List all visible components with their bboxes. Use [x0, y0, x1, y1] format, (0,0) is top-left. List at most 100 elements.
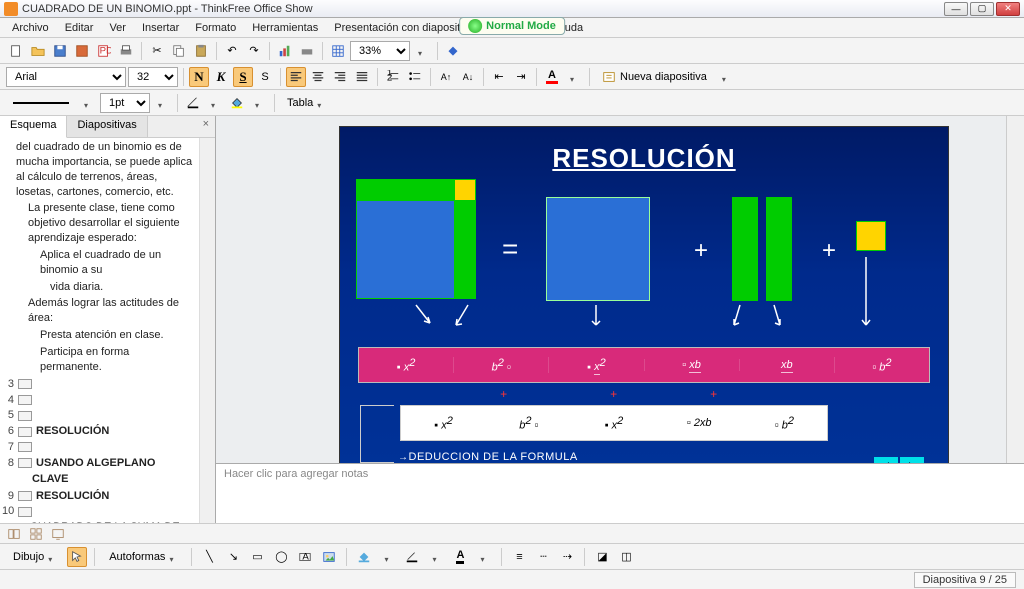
- outline-scrollbar[interactable]: [199, 138, 215, 523]
- align-center-button[interactable]: [308, 67, 328, 87]
- sorter-view-button[interactable]: [26, 524, 46, 544]
- zoom-select[interactable]: 33%: [350, 41, 410, 61]
- fill-color-dd[interactable]: [378, 547, 398, 567]
- increase-indent-button[interactable]: ⇥: [511, 67, 531, 87]
- arrow-tool[interactable]: ↘: [223, 547, 243, 567]
- minimize-button[interactable]: —: [944, 2, 968, 16]
- menu-bar: Archivo Editar Ver Insertar Formato Herr…: [0, 18, 1024, 38]
- line-style-dropdown[interactable]: [78, 93, 98, 113]
- slide-row-10[interactable]: 10: [2, 504, 193, 519]
- bullet-list-button[interactable]: [405, 67, 425, 87]
- line-tool[interactable]: ╲: [199, 547, 219, 567]
- rect-tool[interactable]: ▭: [247, 547, 267, 567]
- zoom-dropdown[interactable]: [412, 41, 432, 61]
- fill-color-tool[interactable]: [354, 547, 374, 567]
- line-style-button[interactable]: [6, 93, 76, 113]
- menu-formato[interactable]: Formato: [187, 20, 244, 36]
- redo-button[interactable]: ↷: [244, 41, 264, 61]
- help-button[interactable]: ◆: [443, 41, 463, 61]
- new-slide-button[interactable]: Nueva diapositiva: [595, 67, 714, 87]
- shadow-tool[interactable]: ◪: [592, 547, 612, 567]
- font-select[interactable]: Arial: [6, 67, 126, 87]
- normal-view-button[interactable]: [4, 524, 24, 544]
- autoshapes-button[interactable]: Autoformas: [102, 547, 184, 567]
- slide-row-7[interactable]: 7: [2, 440, 193, 455]
- saveas-button[interactable]: [72, 41, 92, 61]
- threed-tool[interactable]: ◫: [616, 547, 636, 567]
- save-button[interactable]: [50, 41, 70, 61]
- decrease-font-button[interactable]: A↓: [458, 67, 478, 87]
- picture-tool[interactable]: [319, 547, 339, 567]
- shadow-button[interactable]: S: [255, 67, 275, 87]
- menu-insertar[interactable]: Insertar: [134, 20, 187, 36]
- textbox-tool[interactable]: A: [295, 547, 315, 567]
- tab-slides[interactable]: Diapositivas: [67, 116, 147, 137]
- oval-tool[interactable]: ◯: [271, 547, 291, 567]
- undo-button[interactable]: ↶: [222, 41, 242, 61]
- underline-button[interactable]: S: [233, 67, 253, 87]
- chart-button[interactable]: [275, 41, 295, 61]
- italic-button[interactable]: K: [211, 67, 231, 87]
- slideshow-view-button[interactable]: [48, 524, 68, 544]
- outline-text: Presta atención en clase.: [40, 328, 193, 343]
- notes-pane[interactable]: Hacer clic para agregar notas: [216, 463, 1024, 523]
- slide-row-5[interactable]: 5: [2, 408, 193, 423]
- slide-row-8[interactable]: 8USANDO ALGEPLANO: [2, 456, 193, 471]
- new-button[interactable]: [6, 41, 26, 61]
- line-color-dropdown[interactable]: [205, 93, 225, 113]
- outline-body[interactable]: del cuadrado de un binomio es de mucha i…: [0, 138, 199, 523]
- font-color-dd[interactable]: [474, 547, 494, 567]
- mode-icon: [468, 19, 482, 33]
- slide-row-6[interactable]: 6RESOLUCIÓN: [2, 424, 193, 439]
- print-button[interactable]: [116, 41, 136, 61]
- arrow-style-tool[interactable]: ⇢: [557, 547, 577, 567]
- table-button[interactable]: Tabla: [280, 93, 332, 113]
- line-color-dd[interactable]: [426, 547, 446, 567]
- line-color-button[interactable]: [183, 93, 203, 113]
- prev-slide-button[interactable]: [874, 457, 898, 463]
- menu-herramientas[interactable]: Herramientas: [244, 20, 326, 36]
- line-weight-tool[interactable]: ≡: [509, 547, 529, 567]
- new-slide-dropdown[interactable]: [716, 67, 736, 87]
- paste-button[interactable]: [191, 41, 211, 61]
- panel-close-button[interactable]: ×: [197, 116, 215, 137]
- dash-style-tool[interactable]: ┄: [533, 547, 553, 567]
- close-button[interactable]: ✕: [996, 2, 1020, 16]
- tab-outline[interactable]: Esquema: [0, 116, 67, 138]
- new-slide-icon: [602, 70, 616, 84]
- fill-color-button[interactable]: [227, 93, 247, 113]
- pdf-button[interactable]: PDF: [94, 41, 114, 61]
- font-color-dropdown[interactable]: [564, 67, 584, 87]
- decrease-indent-button[interactable]: ⇤: [489, 67, 509, 87]
- grid-button[interactable]: [328, 41, 348, 61]
- align-justify-button[interactable]: [352, 67, 372, 87]
- align-right-button[interactable]: [330, 67, 350, 87]
- open-button[interactable]: [28, 41, 48, 61]
- slide-canvas[interactable]: RESOLUCIÓN = + +: [216, 116, 1006, 463]
- menu-archivo[interactable]: Archivo: [4, 20, 57, 36]
- numbered-list-button[interactable]: 12: [383, 67, 403, 87]
- align-left-button[interactable]: [286, 67, 306, 87]
- cut-button[interactable]: ✂: [147, 41, 167, 61]
- select-tool-button[interactable]: [67, 547, 87, 567]
- fontsize-select[interactable]: 32: [128, 67, 178, 87]
- draw-menu-button[interactable]: Dibujo: [6, 547, 63, 567]
- increase-font-button[interactable]: A↑: [436, 67, 456, 87]
- copy-button[interactable]: [169, 41, 189, 61]
- print2-button[interactable]: [297, 41, 317, 61]
- font-color-tool[interactable]: A: [450, 547, 470, 567]
- line-weight-select[interactable]: 1pt: [100, 93, 150, 113]
- canvas-scrollbar[interactable]: [1006, 116, 1024, 463]
- line-color-tool[interactable]: [402, 547, 422, 567]
- font-color-button[interactable]: A: [542, 67, 562, 87]
- fill-color-dropdown[interactable]: [249, 93, 269, 113]
- menu-ver[interactable]: Ver: [101, 20, 134, 36]
- next-slide-button[interactable]: [900, 457, 924, 463]
- bold-button[interactable]: N: [189, 67, 209, 87]
- slide-row-9[interactable]: 9RESOLUCIÓN: [2, 489, 193, 504]
- slide-row-4[interactable]: 4: [2, 393, 193, 408]
- line-weight-dropdown[interactable]: [152, 93, 172, 113]
- menu-editar[interactable]: Editar: [57, 20, 102, 36]
- maximize-button[interactable]: ▢: [970, 2, 994, 16]
- slide-row-3[interactable]: 3: [2, 377, 193, 392]
